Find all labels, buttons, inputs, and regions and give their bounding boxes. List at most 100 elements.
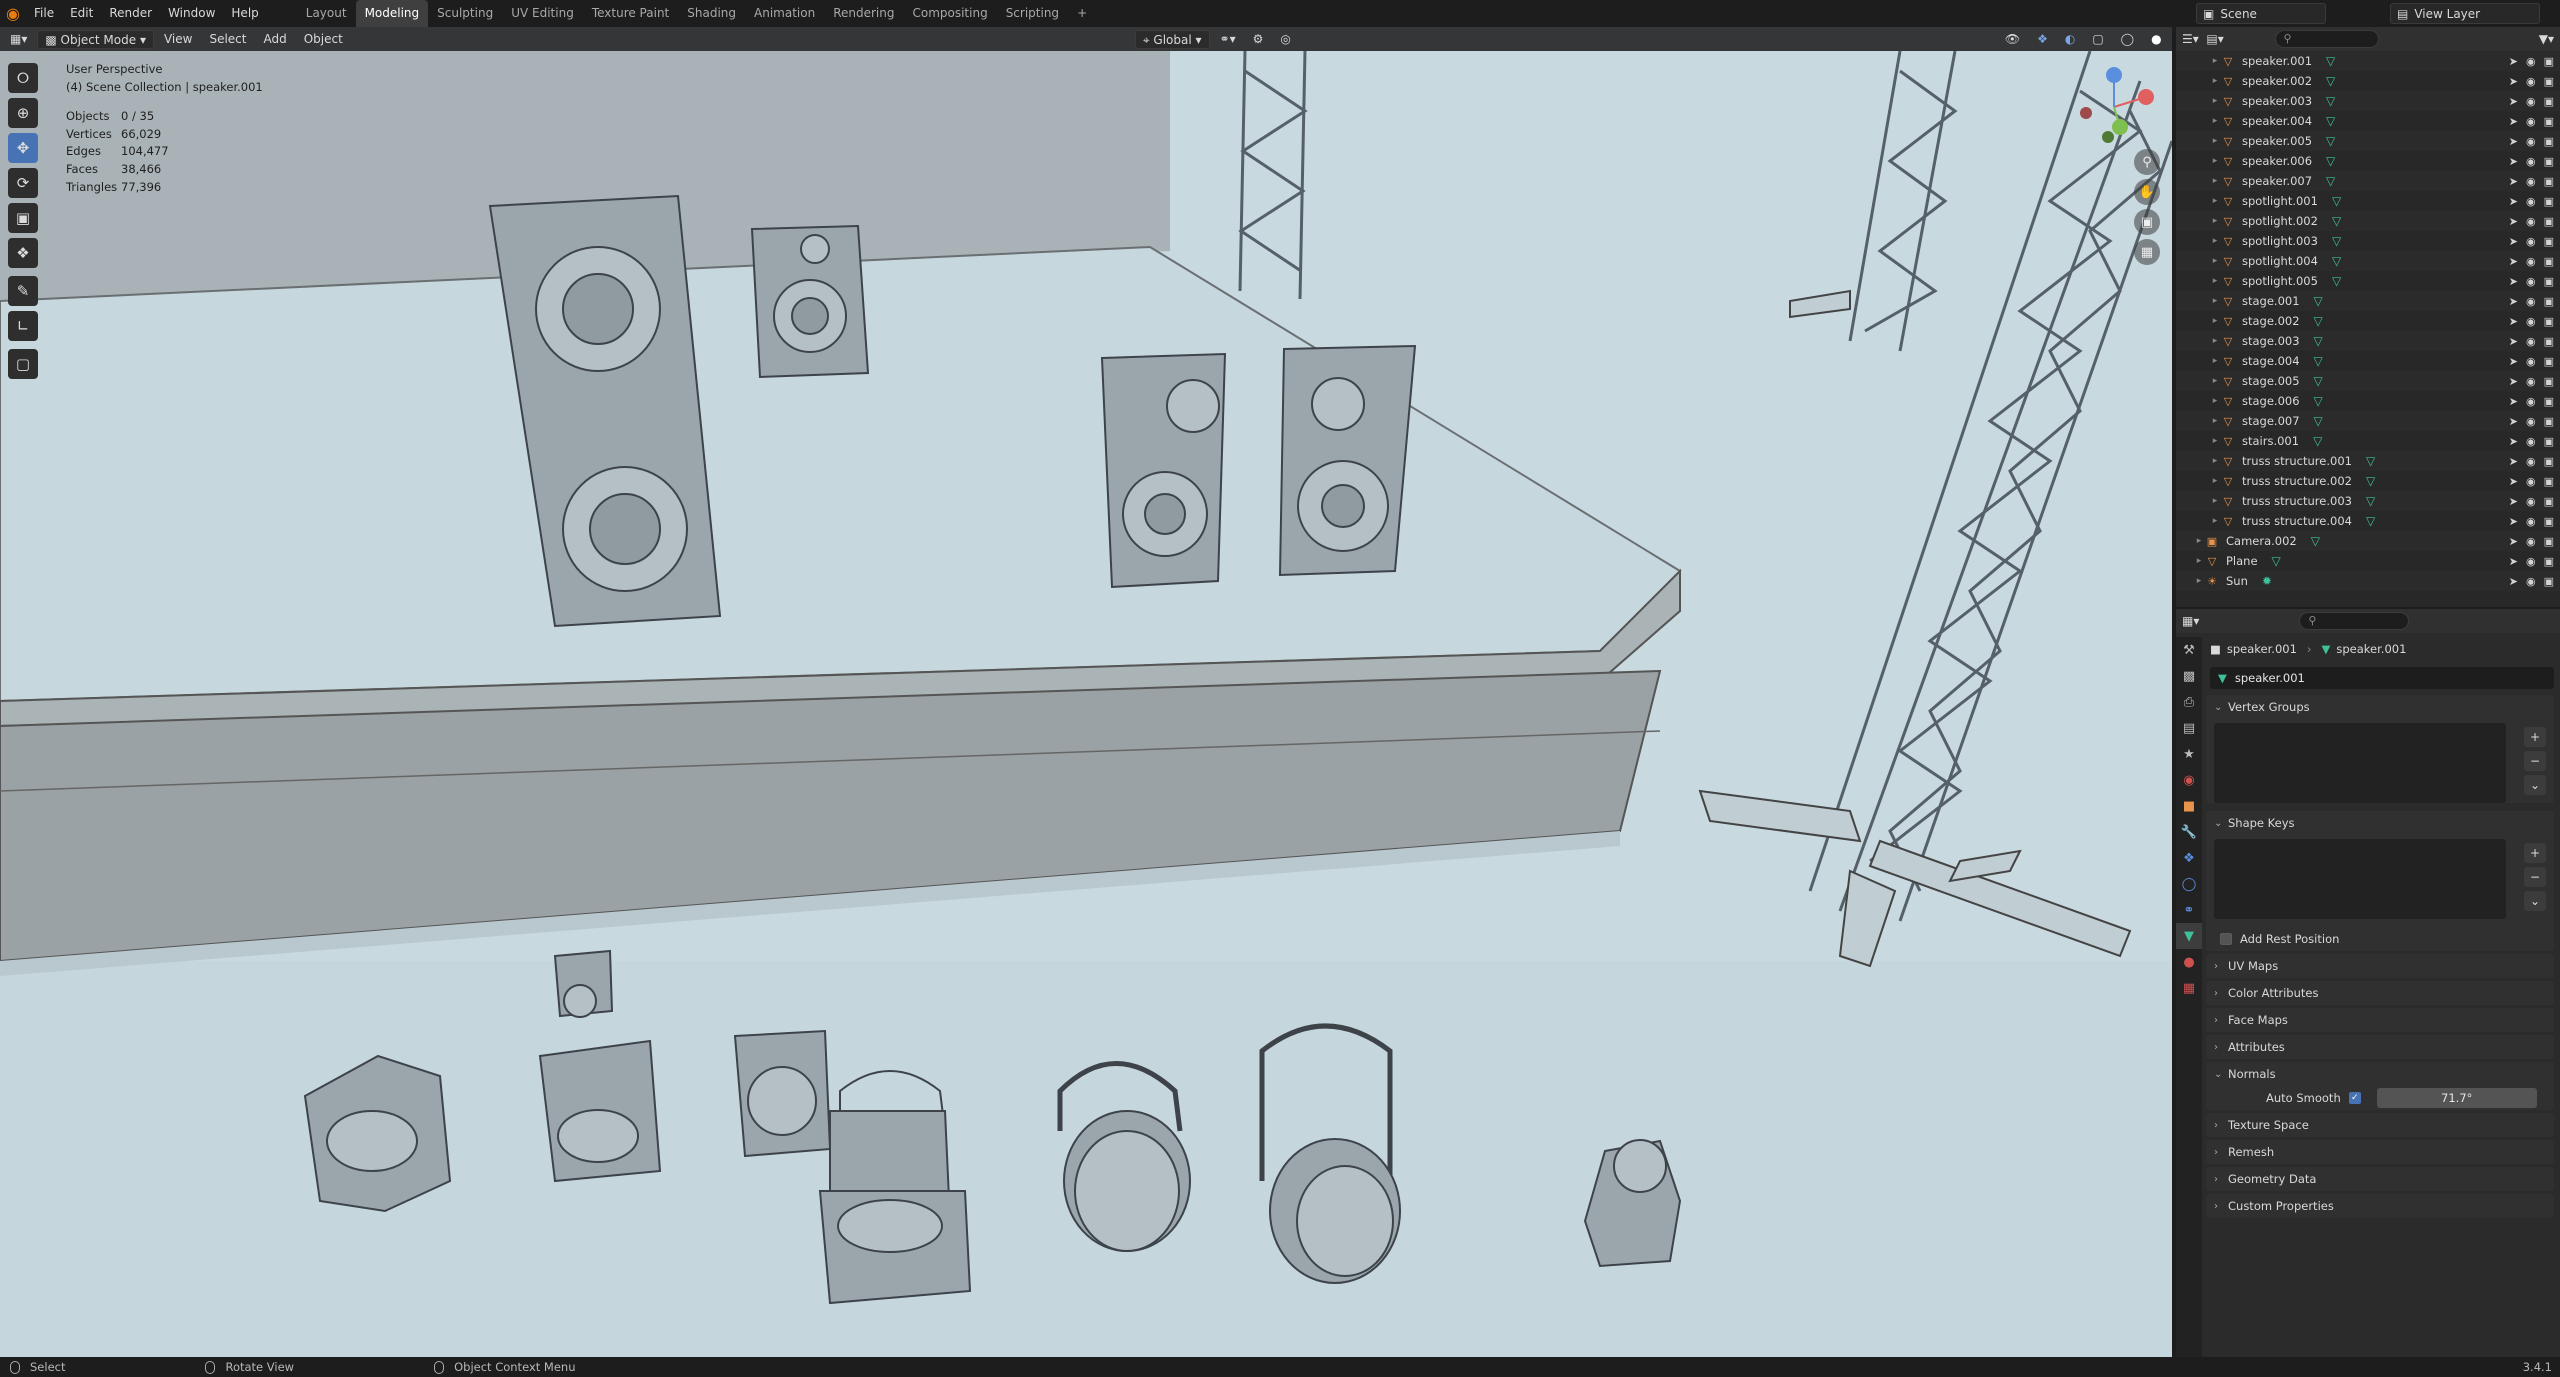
camera-render-icon[interactable]: ▣ (2544, 435, 2554, 448)
outliner-item[interactable]: ▸ ▽ speaker.002 ▽ ➤ ◉ ▣ (2176, 71, 2560, 91)
expand-arrow-icon[interactable]: ▸ (2210, 216, 2220, 226)
eye-icon[interactable]: ◉ (2526, 435, 2536, 448)
select-box-tool-icon[interactable]: ⭘ (8, 63, 38, 93)
panel-header[interactable]: › Attributes (2206, 1035, 2554, 1059)
material-tab-icon[interactable]: ● (2176, 949, 2202, 975)
particles-tab-icon[interactable]: ❖ (2176, 845, 2202, 871)
menu-file[interactable]: File (26, 0, 62, 27)
camera-render-icon[interactable]: ▣ (2544, 195, 2554, 208)
eye-icon[interactable]: ◉ (2526, 275, 2536, 288)
camera-render-icon[interactable]: ▣ (2544, 215, 2554, 228)
eye-icon[interactable]: ◉ (2526, 415, 2536, 428)
eye-icon[interactable]: ◉ (2526, 315, 2536, 328)
select-arrow-icon[interactable]: ➤ (2509, 75, 2518, 88)
shape-key-menu-button[interactable]: ⌄ (2524, 891, 2546, 911)
camera-render-icon[interactable]: ▣ (2544, 295, 2554, 308)
outliner-item[interactable]: ▸ ▽ truss structure.004 ▽ ➤ ◉ ▣ (2176, 511, 2560, 531)
xray-icon[interactable]: ▢ (2085, 30, 2110, 49)
viewport-menu-add[interactable]: Add (256, 30, 293, 49)
add-shape-key-button[interactable]: + (2524, 843, 2546, 863)
panel-header[interactable]: › Remesh (2206, 1140, 2554, 1164)
select-arrow-icon[interactable]: ➤ (2509, 315, 2518, 328)
camera-render-icon[interactable]: ▣ (2544, 115, 2554, 128)
orientation-selector[interactable]: ⌖ Global ▾ (1134, 29, 1210, 49)
shape-keys-list[interactable]: + − ⌄ (2214, 839, 2546, 919)
outliner-item[interactable]: ▸ ▽ truss structure.002 ▽ ➤ ◉ ▣ (2176, 471, 2560, 491)
expand-arrow-icon[interactable]: ▸ (2210, 376, 2220, 386)
expand-arrow-icon[interactable]: ▸ (2194, 576, 2204, 586)
outliner-item[interactable]: ▸ ▽ speaker.005 ▽ ➤ ◉ ▣ (2176, 131, 2560, 151)
panel-header[interactable]: › Color Attributes (2206, 981, 2554, 1005)
vertex-group-menu-button[interactable]: ⌄ (2524, 775, 2546, 795)
expand-arrow-icon[interactable]: ▸ (2210, 496, 2220, 506)
navigation-gizmo[interactable] (2068, 61, 2160, 153)
camera-render-icon[interactable]: ▣ (2544, 235, 2554, 248)
expand-arrow-icon[interactable]: ▸ (2210, 516, 2220, 526)
select-arrow-icon[interactable]: ➤ (2509, 95, 2518, 108)
camera-render-icon[interactable]: ▣ (2544, 175, 2554, 188)
gizmo-toggle-icon[interactable]: ❖ (2030, 30, 2055, 49)
select-arrow-icon[interactable]: ➤ (2509, 115, 2518, 128)
camera-render-icon[interactable]: ▣ (2544, 415, 2554, 428)
viewport-menu-object[interactable]: Object (297, 30, 350, 49)
expand-arrow-icon[interactable]: ▸ (2210, 396, 2220, 406)
editor-type-button[interactable]: ▦▾ (3, 30, 34, 49)
pivot-icon[interactable]: ⚭▾ (1213, 30, 1243, 49)
constraints-tab-icon[interactable]: ⚭ (2176, 897, 2202, 923)
tab-animation[interactable]: Animation (745, 0, 824, 27)
camera-render-icon[interactable]: ▣ (2544, 455, 2554, 468)
eye-icon[interactable]: ◉ (2526, 215, 2536, 228)
eye-icon[interactable]: ◉ (2526, 155, 2536, 168)
tool-tab-icon[interactable]: ⚒ (2176, 637, 2202, 663)
camera-render-icon[interactable]: ▣ (2544, 335, 2554, 348)
outliner-item[interactable]: ▸ ▽ stage.004 ▽ ➤ ◉ ▣ (2176, 351, 2560, 371)
display-mode-icon[interactable]: ▤▾ (2206, 32, 2234, 46)
outliner-item[interactable]: ▸ ▽ speaker.006 ▽ ➤ ◉ ▣ (2176, 151, 2560, 171)
transform-tool-icon[interactable]: ❖ (8, 238, 38, 268)
expand-arrow-icon[interactable]: ▸ (2210, 56, 2220, 66)
tab-compositing[interactable]: Compositing (903, 0, 996, 27)
panel-header[interactable]: › UV Maps (2206, 954, 2554, 978)
expand-arrow-icon[interactable]: ▸ (2210, 236, 2220, 246)
tab-uv-editing[interactable]: UV Editing (502, 0, 583, 27)
physics-tab-icon[interactable]: ◯ (2176, 871, 2202, 897)
menu-window[interactable]: Window (160, 0, 223, 27)
normals-header[interactable]: ⌄ Normals (2206, 1062, 2554, 1086)
panel-header[interactable]: › Geometry Data (2206, 1167, 2554, 1191)
remove-vertex-group-button[interactable]: − (2524, 751, 2546, 771)
outliner-item[interactable]: ▸ ▽ stage.005 ▽ ➤ ◉ ▣ (2176, 371, 2560, 391)
properties-search-input[interactable]: ⚲ (2299, 612, 2410, 630)
tab-texture-paint[interactable]: Texture Paint (583, 0, 678, 27)
eye-icon[interactable]: ◉ (2526, 455, 2536, 468)
select-arrow-icon[interactable]: ➤ (2509, 375, 2518, 388)
outliner-search-input[interactable]: ⚲ (2274, 30, 2379, 48)
expand-arrow-icon[interactable]: ▸ (2194, 556, 2204, 566)
camera-render-icon[interactable]: ▣ (2544, 75, 2554, 88)
proportional-edit-icon[interactable]: ◎ (1273, 30, 1297, 49)
perspective-grid-icon[interactable]: ▦ (2134, 239, 2160, 265)
rotate-tool-icon[interactable]: ⟳ (8, 168, 38, 198)
select-arrow-icon[interactable]: ➤ (2509, 195, 2518, 208)
outliner-item[interactable]: ▸ ▽ stairs.001 ▽ ➤ ◉ ▣ (2176, 431, 2560, 451)
eye-icon[interactable]: ◉ (2526, 175, 2536, 188)
eye-icon[interactable]: ◉ (2526, 235, 2536, 248)
expand-arrow-icon[interactable]: ▸ (2210, 176, 2220, 186)
auto-smooth-angle-field[interactable]: 71.7° (2376, 1088, 2537, 1108)
expand-arrow-icon[interactable]: ▸ (2210, 356, 2220, 366)
tab-add[interactable]: + (1068, 0, 1096, 27)
select-arrow-icon[interactable]: ➤ (2509, 495, 2518, 508)
select-arrow-icon[interactable]: ➤ (2509, 295, 2518, 308)
camera-render-icon[interactable]: ▣ (2544, 315, 2554, 328)
mode-selector[interactable]: ▩ Object Mode ▾ (37, 29, 154, 49)
filter-icon[interactable]: ▼▾ (2539, 32, 2554, 46)
panel-header[interactable]: › Face Maps (2206, 1008, 2554, 1032)
expand-arrow-icon[interactable]: ▸ (2210, 436, 2220, 446)
outliner-item[interactable]: ▸ ▽ spotlight.004 ▽ ➤ ◉ ▣ (2176, 251, 2560, 271)
tab-rendering[interactable]: Rendering (824, 0, 903, 27)
panel-header[interactable]: › Custom Properties (2206, 1194, 2554, 1218)
outliner-item[interactable]: ▸ ▽ spotlight.003 ▽ ➤ ◉ ▣ (2176, 231, 2560, 251)
eye-icon[interactable]: ◉ (2526, 255, 2536, 268)
select-arrow-icon[interactable]: ➤ (2509, 335, 2518, 348)
camera-render-icon[interactable]: ▣ (2544, 575, 2554, 588)
vertex-groups-list[interactable]: + − ⌄ (2214, 723, 2546, 803)
